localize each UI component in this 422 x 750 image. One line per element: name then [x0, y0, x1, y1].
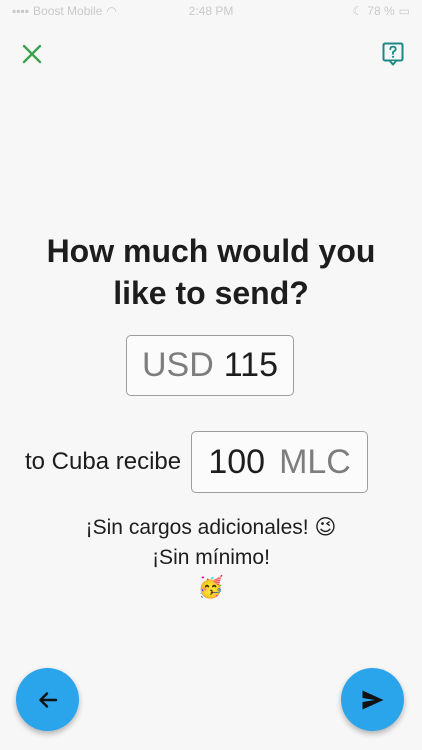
wink-emoji-icon: 😉 [314, 516, 337, 540]
close-icon [22, 44, 42, 64]
receive-label: to Cuba recibe [25, 448, 182, 475]
status-time: 2:48 PM [188, 4, 234, 18]
page-title-line1: How much would you [46, 233, 376, 269]
back-button[interactable] [16, 668, 79, 731]
status-bar: ▪▪▪▪ Boost Mobile ◠ 2:48 PM ☾ 78 % ▭ [0, 0, 422, 22]
send-button[interactable] [341, 668, 404, 731]
promo-line-1: ¡Sin cargos adicionales! 😉 [0, 513, 422, 543]
wifi-icon: ◠ [106, 4, 117, 18]
carrier-name: Boost Mobile [33, 4, 103, 18]
receive-amount-value: 100 [208, 442, 266, 481]
send-amount-value: 115 [223, 346, 278, 384]
send-icon [362, 690, 383, 709]
status-right: ☾ 78 % ▭ [353, 4, 410, 18]
close-button[interactable] [15, 37, 49, 71]
moon-icon: ☾ [352, 4, 364, 18]
send-amount-input[interactable]: USD 115 [126, 335, 294, 396]
arrow-left-icon [38, 691, 57, 708]
help-icon [382, 42, 404, 66]
signal-icon: ▪▪▪▪ [12, 4, 30, 18]
help-button[interactable] [376, 37, 410, 71]
receive-row: to Cuba recibe 100 MLC [25, 431, 369, 493]
receive-currency-label: MLC [279, 442, 351, 481]
promo-line-2: ¡Sin mínimo! [152, 546, 270, 570]
status-left: ▪▪▪▪ Boost Mobile ◠ [12, 4, 117, 18]
battery-percent: 78 % [367, 4, 395, 18]
send-currency-label: USD [141, 346, 214, 384]
page-title: How much would you like to send? [0, 230, 422, 314]
receive-amount-input[interactable]: 100 MLC [191, 431, 369, 493]
battery-icon: ▭ [398, 4, 410, 18]
party-emoji-icon: 🥳 [197, 576, 225, 600]
promo-text-1: ¡Sin cargos adicionales! [85, 516, 309, 539]
page-title-line2: like to send? [113, 275, 309, 311]
promo-text: ¡Sin cargos adicionales! 😉 ¡Sin mínimo! … [0, 513, 422, 603]
